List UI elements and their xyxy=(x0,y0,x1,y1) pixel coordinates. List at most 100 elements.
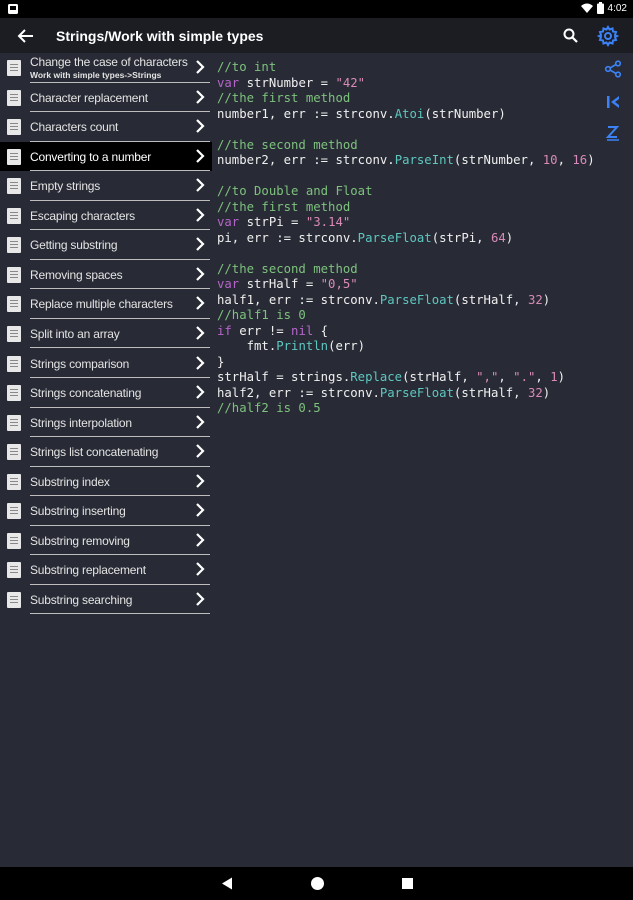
topic-label: Escaping characters xyxy=(30,208,135,223)
code-line: var strHalf = "0,5" xyxy=(217,277,612,293)
chevron-right-icon xyxy=(196,119,205,133)
topic-item[interactable]: Substring removing xyxy=(0,526,212,556)
nav-back-icon[interactable] xyxy=(221,877,233,890)
chevron-right-icon xyxy=(196,592,205,606)
code-token: ) xyxy=(542,292,551,307)
arrow-left-icon[interactable] xyxy=(16,26,36,46)
code-token: ) xyxy=(505,230,514,245)
topic-item[interactable]: Removing spaces xyxy=(0,260,212,290)
topic-label: Replace multiple characters xyxy=(30,297,173,312)
document-icon xyxy=(7,89,21,106)
code-line: //half1 is 0 xyxy=(217,308,612,324)
code-token: 32 xyxy=(527,385,543,400)
chevron-right-icon xyxy=(196,385,205,399)
topic-label: Substring replacement xyxy=(30,563,146,578)
code-token: //the second method xyxy=(217,137,358,152)
document-icon xyxy=(7,119,21,136)
code-token: number1, err := strconv. xyxy=(217,106,395,121)
code-token: number2, err := strconv. xyxy=(217,153,395,167)
code-token: , xyxy=(557,153,573,167)
topic-item[interactable]: Strings concatenating xyxy=(0,378,212,408)
code-token: 1 xyxy=(550,370,558,384)
code-line: var strNumber = "42" xyxy=(217,76,612,92)
document-icon xyxy=(7,591,21,608)
code-token: //half2 is 0.5 xyxy=(217,401,321,415)
document-icon xyxy=(7,355,21,372)
code-token: ParseFloat xyxy=(379,385,454,400)
code-line: fmt.Println(err) xyxy=(217,339,612,355)
skip-first-icon[interactable] xyxy=(604,93,622,111)
code-token: (strHalf, xyxy=(453,385,528,400)
app-bar: Strings/Work with simple types xyxy=(0,18,633,53)
code-token: //the first method xyxy=(217,91,351,105)
code-token: } xyxy=(217,354,225,369)
topic-label: Substring index xyxy=(30,474,110,489)
chevron-right-icon xyxy=(196,89,205,104)
code-token: "0,5" xyxy=(320,277,358,291)
topic-item[interactable]: Substring replacement xyxy=(0,555,212,585)
topic-item[interactable]: Strings list concatenating xyxy=(0,437,212,467)
chevron-right-icon xyxy=(196,60,205,74)
topic-label: Converting to a number xyxy=(30,149,152,164)
code-token: "." xyxy=(513,370,536,384)
topic-item[interactable]: Escaping characters xyxy=(0,201,212,231)
topic-item[interactable]: Empty strings xyxy=(0,171,212,201)
chevron-right-icon xyxy=(196,326,205,340)
code-token: Atoi xyxy=(394,106,425,121)
topic-label: Character replacement xyxy=(30,90,148,105)
topic-item[interactable]: Replace multiple characters xyxy=(0,289,212,319)
code-line: half2, err := strconv.ParseFloat(strHalf… xyxy=(217,386,612,402)
code-token: "," xyxy=(476,370,499,384)
code-token: strHalf = xyxy=(239,277,321,291)
document-icon xyxy=(7,178,21,195)
search-icon[interactable] xyxy=(562,27,580,45)
nav-recents-icon[interactable] xyxy=(402,878,413,889)
share-icon[interactable] xyxy=(604,60,622,78)
code-token: { xyxy=(313,323,329,338)
gear-icon[interactable] xyxy=(597,25,619,47)
topic-item[interactable]: Characters count xyxy=(0,112,212,142)
code-line: //the second method xyxy=(217,138,612,154)
divider xyxy=(30,613,210,615)
topic-item[interactable]: Getting substring xyxy=(0,230,212,260)
topic-label: Split into an array xyxy=(30,326,120,341)
code-token: pi, err := strconv. xyxy=(217,230,358,245)
topic-label: Removing spaces xyxy=(30,267,123,282)
topic-label: Getting substring xyxy=(30,238,118,253)
topic-item[interactable]: Change the case of characters Work with s… xyxy=(0,53,212,83)
code-token: fmt. xyxy=(217,339,277,353)
code-token: (strHalf, xyxy=(453,292,528,307)
topic-item[interactable]: Strings comparison xyxy=(0,349,212,378)
topic-item[interactable]: Substring index xyxy=(0,467,212,497)
chevron-right-icon xyxy=(196,296,205,311)
code-line: //to int xyxy=(217,60,612,76)
code-line: //the first method xyxy=(217,200,612,216)
chevron-right-icon xyxy=(196,207,205,222)
topic-label: Strings interpolation xyxy=(30,415,132,430)
topic-item[interactable]: Substring inserting xyxy=(0,496,212,526)
nav-home-icon[interactable] xyxy=(311,877,324,890)
code-token: (strNumber) xyxy=(424,106,506,121)
chevron-right-icon xyxy=(196,267,205,281)
status-indicators: 4:02 xyxy=(580,2,627,14)
code-token: "42" xyxy=(335,75,366,90)
chevron-right-icon xyxy=(196,503,205,518)
topic-label: Change the case of characters xyxy=(30,55,188,69)
code-token: err != xyxy=(231,323,292,338)
topic-item[interactable]: Split into an array xyxy=(0,319,212,349)
code-line: number1, err := strconv.Atoi(strNumber) xyxy=(217,107,612,123)
chevron-right-icon xyxy=(196,473,205,488)
notification-icon xyxy=(8,4,18,14)
topic-item[interactable]: Character replacement xyxy=(0,83,212,113)
topic-label: Strings comparison xyxy=(30,356,130,371)
topic-item[interactable]: Converting to a number xyxy=(0,141,212,172)
document-icon xyxy=(7,60,21,76)
code-line: half1, err := strconv.ParseFloat(strHalf… xyxy=(217,293,612,309)
document-icon xyxy=(7,414,21,431)
code-line: var strPi = "3.14" xyxy=(217,215,612,231)
topic-item[interactable]: Strings interpolation xyxy=(0,408,212,438)
topic-item[interactable]: Substring searching xyxy=(0,585,212,615)
sort-z-icon[interactable] xyxy=(604,124,622,142)
code-token: 32 xyxy=(527,292,543,307)
